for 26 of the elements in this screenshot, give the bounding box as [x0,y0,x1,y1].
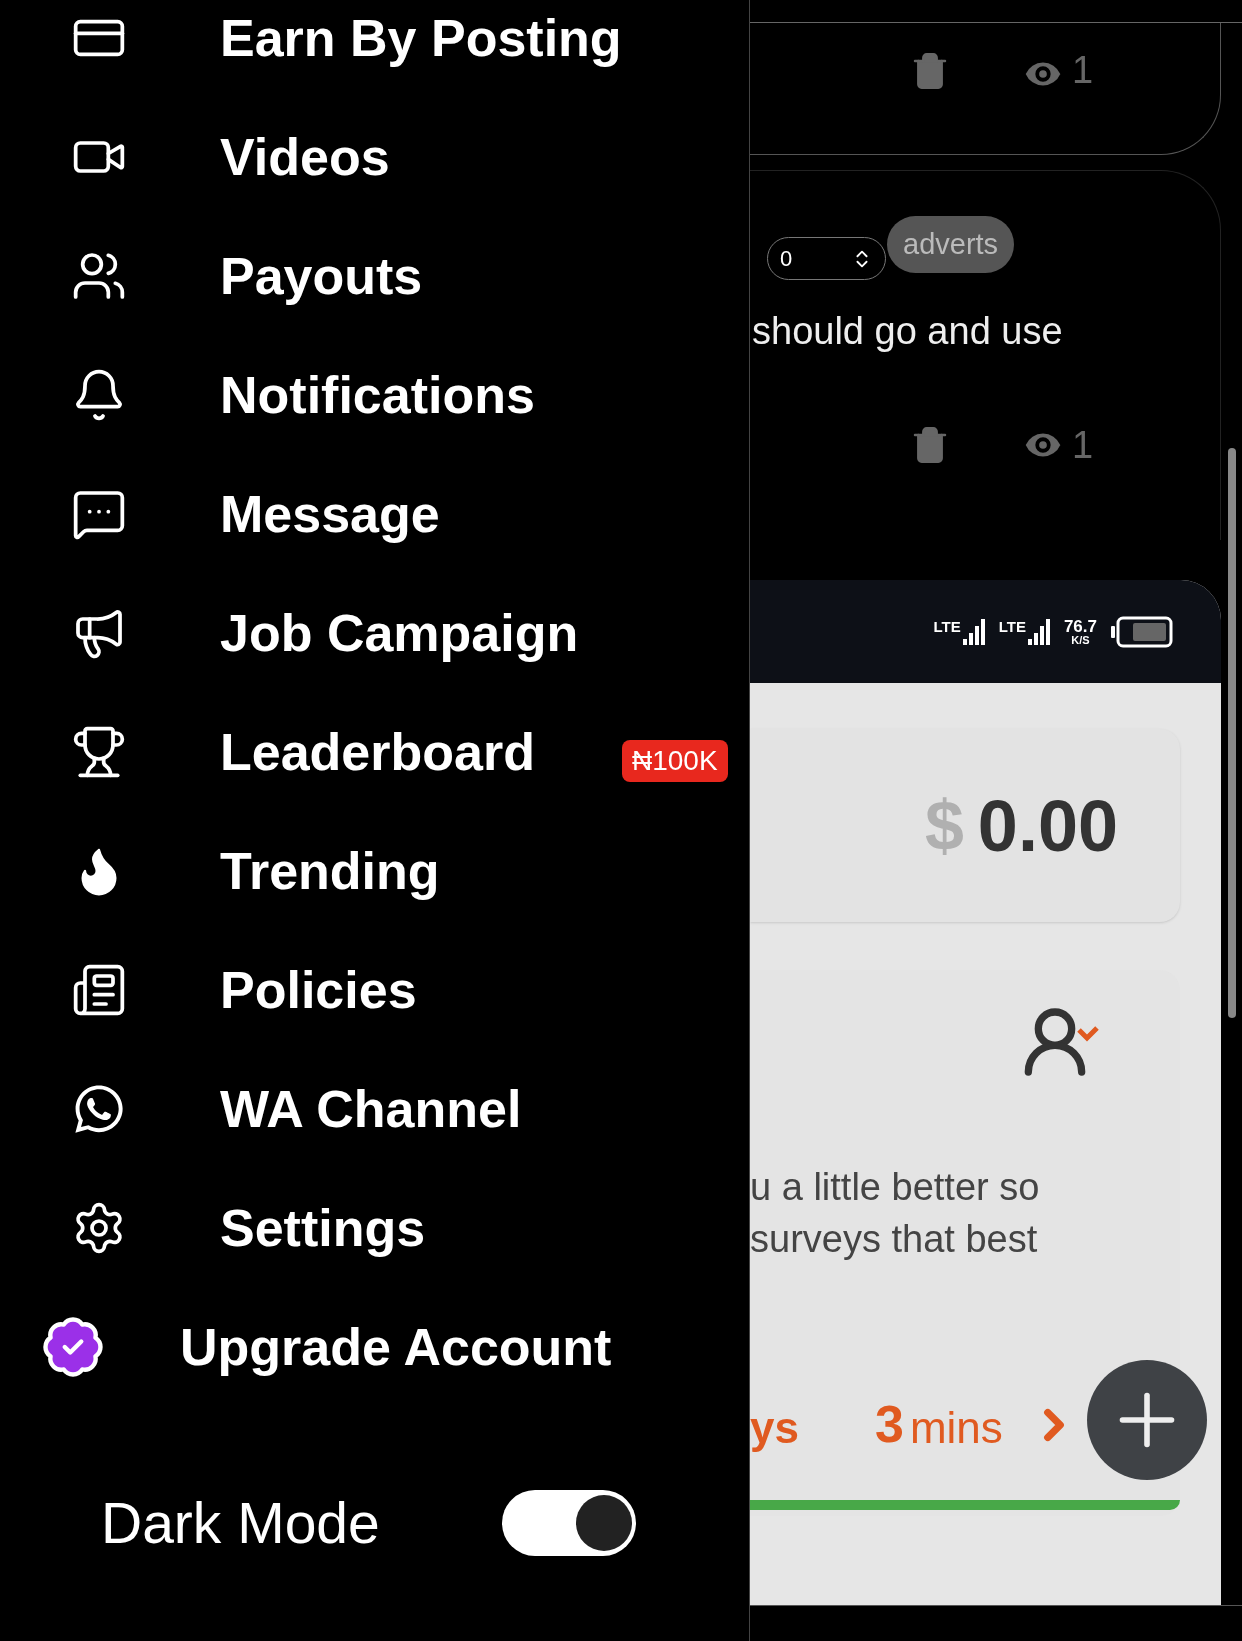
currency-symbol: $ [924,790,964,861]
speed-unit: K/S [1071,634,1090,646]
menu-item[interactable]: Leaderboard [220,725,535,778]
signal-icon [1027,618,1050,645]
network-label: LTE [933,618,961,634]
network-label: LTE [998,618,1026,634]
network-speed: 76.7 [1063,617,1097,635]
view-count: 1 [1072,51,1094,89]
time-value: 3 [874,1398,904,1450]
menu-item[interactable]: WA Channel [220,1082,522,1135]
survey-count: ys [750,1406,799,1450]
dark-mode-label: Dark Mode [101,1494,380,1552]
scrollbar[interactable] [1228,448,1236,1018]
survey-description: u a little better so [750,1166,1041,1208]
menu-item[interactable]: Notifications [220,368,535,421]
balance-amount: 0.00 [977,789,1118,862]
prize-badge: ₦100K [622,740,728,782]
menu-item[interactable]: Videos [220,130,390,183]
post-text: should go and use [751,312,1064,350]
signal-icon [962,618,985,645]
view-count: 1 [1072,426,1094,464]
survey-description: surveys that best [750,1218,1039,1260]
battery-icon [1111,615,1173,648]
time-unit: mins [909,1406,1003,1450]
category-tag: adverts [887,216,1015,273]
menu-item[interactable]: Policies [220,963,417,1016]
